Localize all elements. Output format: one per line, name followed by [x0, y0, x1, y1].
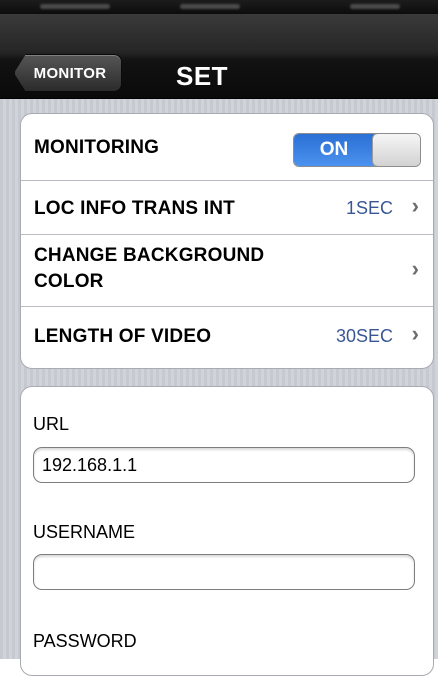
password-label: PASSWORD: [33, 631, 137, 651]
change-background-color-row[interactable]: CHANGE BACKGROUND COLOR ›: [21, 235, 433, 307]
username-label: USERNAME: [33, 522, 136, 542]
page-title: SET: [176, 61, 229, 91]
settings-content: MONITORING ON LOC INFO TRANS INT 1SEC › …: [0, 99, 438, 676]
toggle-knob[interactable]: [372, 134, 420, 166]
username-input[interactable]: [33, 554, 415, 590]
length-of-video-label: LENGTH OF VIDEO: [34, 326, 212, 347]
background-label-line1: CHANGE BACKGROUND: [34, 245, 265, 266]
loc-info-trans-int-row[interactable]: LOC INFO TRANS INT 1SEC ›: [21, 181, 433, 235]
navigation-bar: MONITOR SET: [0, 14, 438, 99]
chevron-right-icon: ›: [411, 256, 419, 281]
monitoring-toggle[interactable]: ON: [293, 133, 421, 167]
settings-group: MONITORING ON LOC INFO TRANS INT 1SEC › …: [20, 113, 434, 369]
loc-info-label: LOC INFO TRANS INT: [34, 198, 235, 219]
status-bar: [0, 0, 438, 14]
monitoring-row: MONITORING ON: [21, 114, 433, 181]
background-label-line2: COLOR: [34, 271, 104, 292]
url-input[interactable]: [33, 447, 415, 483]
toggle-on-label: ON: [294, 134, 374, 166]
chevron-right-icon: ›: [411, 193, 419, 218]
monitoring-label: MONITORING: [34, 137, 160, 158]
chevron-right-icon: ›: [411, 321, 419, 346]
loc-info-value: 1SEC: [345, 198, 393, 218]
back-button[interactable]: MONITOR: [14, 54, 122, 92]
length-of-video-value: 30SEC: [335, 326, 393, 346]
connection-form: URL USERNAME PASSWORD: [20, 386, 434, 676]
url-label: URL: [33, 414, 70, 434]
length-of-video-row[interactable]: LENGTH OF VIDEO 30SEC ›: [21, 307, 433, 368]
